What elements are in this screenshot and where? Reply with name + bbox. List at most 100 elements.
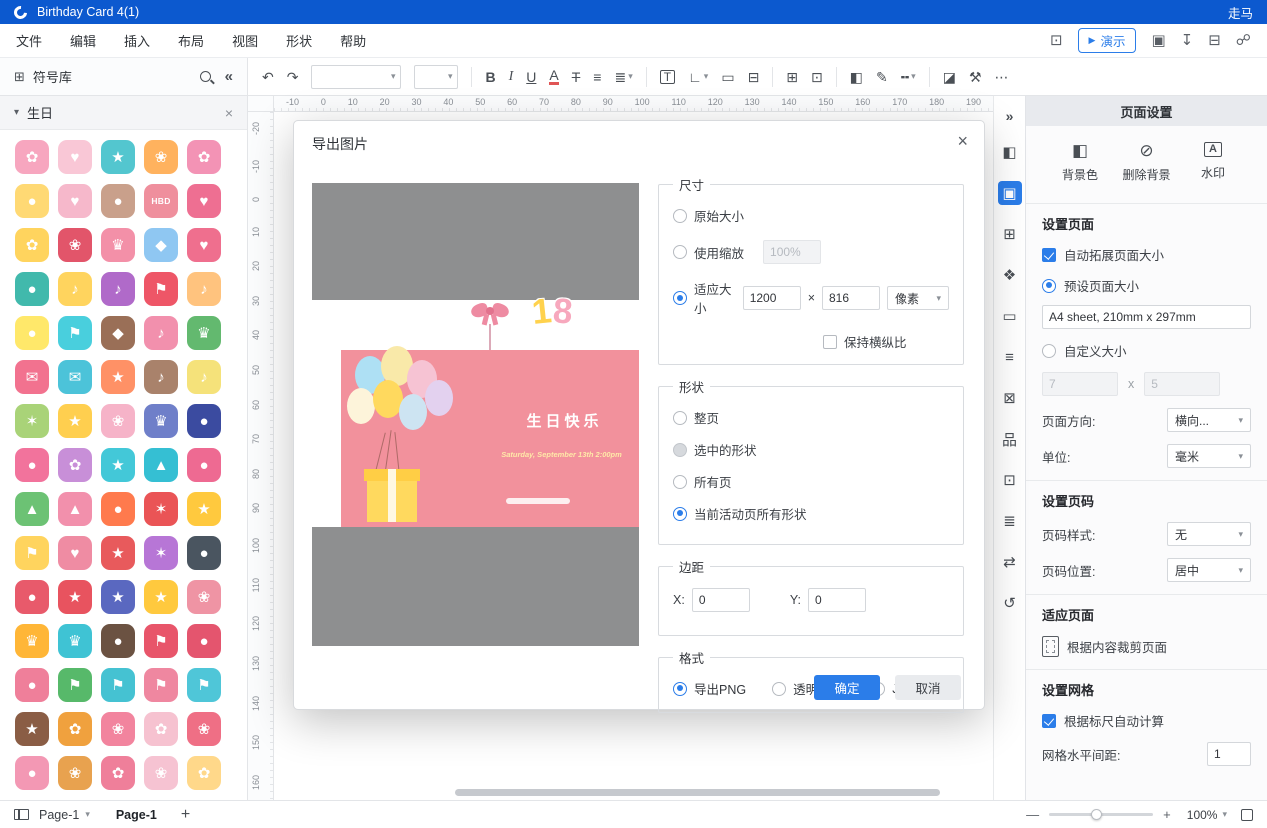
martini-symbol[interactable]: ♪ — [187, 360, 221, 394]
width-input[interactable] — [743, 286, 801, 310]
unit-select[interactable]: 毫米 ▾ — [1167, 444, 1251, 468]
radio-icon[interactable] — [673, 209, 687, 223]
party-popper-symbol[interactable]: ★ — [101, 448, 135, 482]
more-icon[interactable]: ⋯ — [995, 70, 1009, 84]
line-spacing-icon[interactable]: ≣▾ — [614, 70, 632, 84]
print-icon[interactable]: ⊟ — [1208, 33, 1221, 48]
radio-selected-icon[interactable] — [673, 291, 687, 305]
gift-cyan-symbol[interactable]: ⚑ — [187, 668, 221, 702]
menu-item-2[interactable]: 插入 — [124, 31, 150, 50]
cherries-symbol[interactable]: ● — [187, 624, 221, 658]
save-icon[interactable]: ▣ — [1151, 33, 1165, 48]
connector-icon[interactable]: ∟▾ — [688, 70, 708, 84]
wine-glasses-symbol[interactable]: ♪ — [101, 272, 135, 306]
export-png-option[interactable]: 导出PNG — [673, 679, 746, 698]
cocktail-symbol[interactable]: ✶ — [15, 404, 49, 438]
radio-icon[interactable] — [673, 475, 687, 489]
clink-glasses-symbol[interactable]: ♪ — [144, 316, 178, 350]
checkbox-checked-icon[interactable] — [1042, 714, 1056, 728]
page-number-style-select[interactable]: 无 ▾ — [1167, 522, 1251, 546]
party-glasses-symbol[interactable]: ● — [187, 404, 221, 438]
gift-teal-symbol[interactable]: ⚑ — [101, 668, 135, 702]
grid-auto-row[interactable]: 根据标尺自动计算 — [1042, 711, 1251, 730]
star-crimson-symbol[interactable]: ★ — [58, 580, 92, 614]
font-family-select[interactable]: ▾ — [311, 65, 401, 89]
strawberry-cake-symbol[interactable]: ❀ — [101, 712, 135, 746]
radio-icon[interactable] — [673, 245, 687, 259]
candy-symbol[interactable]: ❀ — [187, 580, 221, 614]
cream-cake-symbol[interactable]: ✿ — [144, 712, 178, 746]
cancel-button[interactable]: 取消 — [895, 675, 961, 700]
page-tab[interactable]: Page-1 — [116, 808, 157, 822]
user-name[interactable]: 走马 — [1228, 3, 1253, 22]
preset-size-row[interactable]: 预设页面大小 — [1042, 276, 1251, 295]
collapse-panel-icon[interactable]: » — [1006, 108, 1014, 124]
italic-icon[interactable]: I — [509, 70, 514, 84]
custom-height-input[interactable] — [1144, 372, 1220, 396]
download-icon[interactable]: ↧ — [1181, 33, 1194, 48]
strikethrough-icon[interactable]: T — [572, 70, 581, 84]
gear-wheel-symbol[interactable]: ● — [187, 536, 221, 570]
orientation-select[interactable]: 横向... ▾ — [1167, 408, 1251, 432]
heart-balloon-pair-symbol[interactable]: ♥ — [58, 536, 92, 570]
heart-balloons-symbol[interactable]: ♥ — [187, 184, 221, 218]
comment-icon[interactable]: ▭ — [998, 304, 1022, 328]
watermark-button[interactable]: A 水印 — [1181, 142, 1245, 183]
envelope-symbol[interactable]: ✉ — [58, 360, 92, 394]
fit-size-option[interactable]: 适应大小 × 像素 ▾ — [673, 279, 949, 317]
container-icon[interactable]: ▭ — [721, 70, 734, 84]
masks-symbol[interactable]: ♛ — [144, 404, 178, 438]
custom-width-input[interactable] — [1042, 372, 1118, 396]
margin-x-input[interactable] — [692, 588, 750, 612]
confetti-ball-symbol[interactable]: ★ — [101, 360, 135, 394]
tulip-symbol[interactable]: ✿ — [15, 228, 49, 262]
radio-selected-icon[interactable] — [1042, 279, 1056, 293]
remove-background-button[interactable]: ⊘ 删除背景 — [1115, 142, 1179, 183]
horizontal-scrollbar[interactable] — [455, 789, 940, 796]
bold-icon[interactable]: B — [485, 70, 495, 84]
fill-color-icon[interactable]: ◧ — [850, 70, 863, 84]
swap-panel-icon[interactable]: ⇄ — [998, 550, 1022, 574]
line-style-icon[interactable]: ╍▾ — [901, 70, 916, 84]
checkbox-checked-icon[interactable] — [1042, 248, 1056, 262]
redo-icon[interactable]: ↷ — [287, 70, 299, 84]
surprise-box-symbol[interactable]: ⚑ — [15, 536, 49, 570]
radio-selected-icon[interactable] — [673, 507, 687, 521]
auto-expand-row[interactable]: 自动拓展页面大小 — [1042, 245, 1251, 264]
present-button[interactable]: ▶ 演示 — [1078, 28, 1137, 53]
pages-panel-icon[interactable] — [14, 809, 29, 820]
fullscreen-icon[interactable] — [1241, 809, 1253, 821]
radio-icon[interactable] — [772, 682, 786, 696]
background-color-button[interactable]: ◧ 背景色 — [1048, 142, 1112, 183]
hbd-sign-symbol[interactable]: HBD — [144, 184, 178, 218]
teddy-bear-symbol[interactable]: ● — [101, 184, 135, 218]
distribute-icon[interactable]: ⊡ — [811, 70, 823, 84]
category-header[interactable]: ▾ 生日 × — [0, 96, 247, 130]
zoom-slider-handle[interactable] — [1091, 809, 1102, 820]
undo-icon[interactable]: ↶ — [262, 70, 274, 84]
grid-spacing-input[interactable] — [1207, 742, 1251, 766]
mustache-symbol[interactable]: ● — [101, 624, 135, 658]
add-page-button[interactable]: + — [181, 806, 190, 824]
eraser-icon[interactable]: ◪ — [943, 70, 956, 84]
outline-panel-icon[interactable]: ≣ — [998, 509, 1022, 533]
use-scale-option[interactable]: 使用缩放 — [673, 240, 949, 264]
font-size-select[interactable]: ▾ — [414, 65, 458, 89]
birthday-cake-symbol[interactable]: ✿ — [58, 712, 92, 746]
love-letter-symbol[interactable]: ✉ — [15, 360, 49, 394]
crown-teal-symbol[interactable]: ♛ — [58, 624, 92, 658]
chocolate-cake-symbol[interactable]: ★ — [101, 140, 135, 174]
zoom-in-button[interactable]: + — [1163, 807, 1171, 822]
star-gold-symbol[interactable]: ★ — [144, 580, 178, 614]
star-blue-symbol[interactable]: ★ — [101, 580, 135, 614]
menu-item-0[interactable]: 文件 — [16, 31, 42, 50]
radio-icon[interactable] — [673, 411, 687, 425]
page-select[interactable]: Page-1 ▾ — [39, 808, 90, 822]
page-setup-icon[interactable]: ▣ — [998, 181, 1022, 205]
active-page-shapes-option[interactable]: 当前活动页所有形状 — [673, 504, 949, 523]
heart-symbol[interactable]: ♥ — [187, 228, 221, 262]
crop-page-row[interactable]: 根据内容裁剪页面 — [1042, 636, 1251, 657]
party-hat-green-symbol[interactable]: ▲ — [15, 492, 49, 526]
vanilla-cupcake-symbol[interactable]: ✿ — [187, 756, 221, 790]
star-red-symbol[interactable]: ★ — [101, 536, 135, 570]
